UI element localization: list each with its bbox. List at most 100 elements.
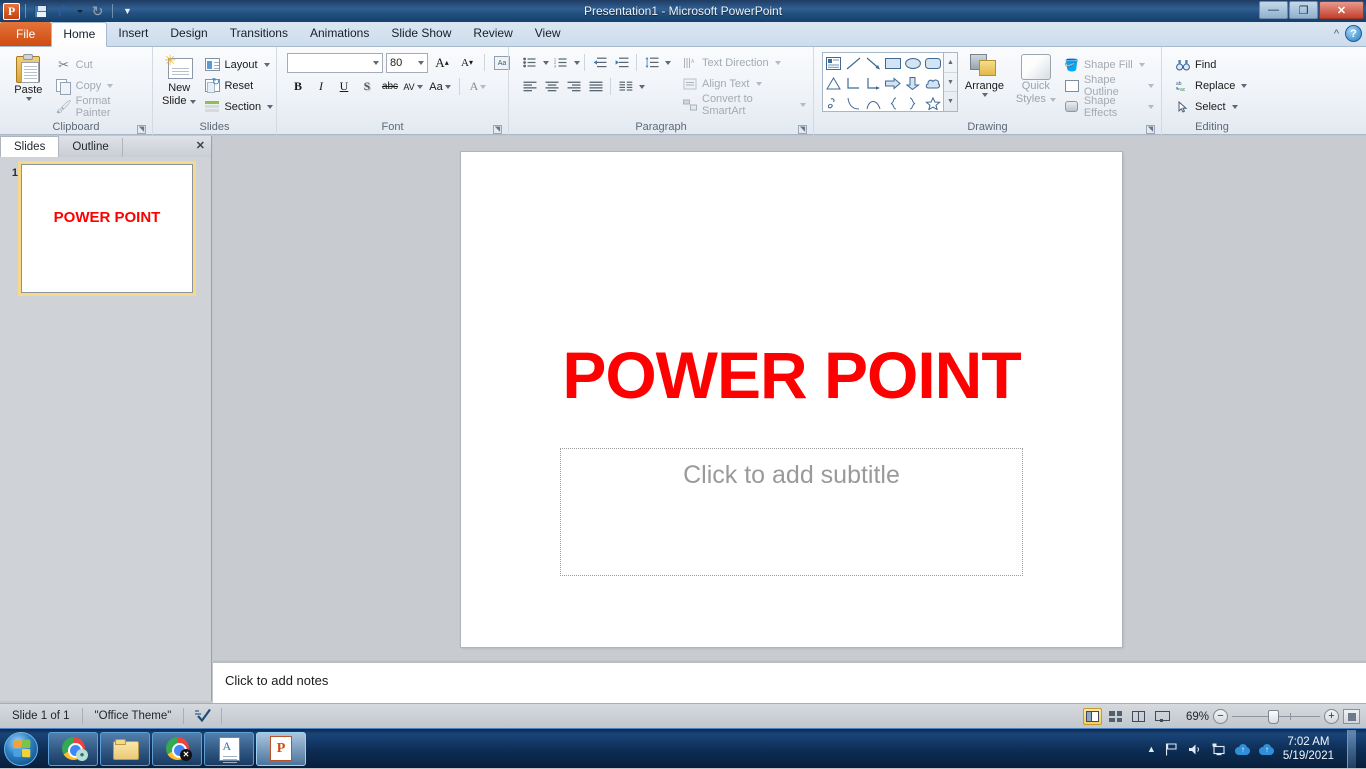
align-left-button[interactable] <box>519 76 540 97</box>
show-desktop-button[interactable] <box>1347 730 1356 768</box>
align-text-button[interactable]: Align Text <box>679 73 809 94</box>
change-case-button[interactable]: Aa <box>425 76 455 97</box>
tab-slides[interactable]: Slides <box>0 136 60 157</box>
font-color-button[interactable]: A <box>464 76 492 97</box>
subtitle-placeholder[interactable]: Click to add subtitle <box>560 448 1023 576</box>
paragraph-dialog-launcher[interactable]: ◥ <box>798 125 807 134</box>
shape-outline-button[interactable]: Shape Outline <box>1061 74 1157 98</box>
restore-button[interactable]: ❐ <box>1289 1 1318 19</box>
network-icon[interactable] <box>1212 743 1226 756</box>
tab-review[interactable]: Review <box>462 21 523 46</box>
shape-gallery-scrollbar[interactable]: ▲ ▼ ▼ <box>944 52 958 112</box>
scroll-up-icon[interactable]: ▲ <box>944 53 957 73</box>
tab-file[interactable]: File <box>0 22 52 46</box>
cloud-upload-icon[interactable]: ↑ <box>1234 743 1250 755</box>
cloud-upload-icon-2[interactable]: ↑ <box>1258 743 1274 755</box>
tab-animations[interactable]: Animations <box>299 21 380 46</box>
taskbar-item-chrome-blocked[interactable]: ✕ <box>152 731 202 766</box>
taskbar-item-chrome-profile[interactable]: ● <box>48 731 98 766</box>
cut-button[interactable]: ✂ Cut <box>53 54 148 75</box>
section-button[interactable]: Section <box>201 96 276 117</box>
collapse-ribbon-icon[interactable]: ^ <box>1334 28 1339 40</box>
arrange-button[interactable]: Arrange <box>958 52 1011 99</box>
layout-button[interactable]: Layout <box>201 54 276 75</box>
help-button[interactable]: ? <box>1345 25 1362 42</box>
reading-view-button[interactable] <box>1129 708 1148 725</box>
tab-transitions[interactable]: Transitions <box>219 21 299 46</box>
fit-to-window-button[interactable] <box>1343 709 1360 724</box>
shape-fill-button[interactable]: 🪣 Shape Fill <box>1061 54 1157 75</box>
taskbar-item-powerpoint[interactable]: P <box>256 731 306 766</box>
slide-show-button[interactable] <box>1152 708 1171 725</box>
drawing-dialog-launcher[interactable]: ◥ <box>1146 125 1155 134</box>
normal-view-button[interactable] <box>1083 708 1102 725</box>
font-size-input[interactable]: 80 <box>386 52 428 73</box>
slide-sorter-button[interactable] <box>1106 708 1125 725</box>
columns-button[interactable] <box>615 76 636 97</box>
increase-indent-button[interactable] <box>611 52 632 73</box>
close-pane-icon[interactable]: ✕ <box>196 139 205 152</box>
align-right-button[interactable] <box>563 76 584 97</box>
grow-font-button[interactable]: A ▴ <box>431 52 453 73</box>
spellcheck-icon[interactable] <box>184 708 221 725</box>
start-button[interactable] <box>4 731 38 766</box>
shape-gallery[interactable] <box>822 52 944 112</box>
align-center-button[interactable] <box>541 76 562 97</box>
character-spacing-button[interactable]: AV <box>402 76 424 97</box>
numbering-button[interactable]: 123 <box>550 52 571 73</box>
undo-dropdown[interactable] <box>75 2 85 20</box>
tab-view[interactable]: View <box>524 21 572 46</box>
font-name-input[interactable] <box>287 52 383 73</box>
italic-button[interactable]: I <box>310 76 332 97</box>
action-center-icon[interactable] <box>1165 742 1179 756</box>
reset-button[interactable]: Reset <box>201 75 276 96</box>
tab-design[interactable]: Design <box>159 21 218 46</box>
format-painter-button[interactable]: 🖌 Format Painter <box>53 95 148 119</box>
bullets-button[interactable] <box>519 52 540 73</box>
decrease-indent-button[interactable] <box>589 52 610 73</box>
text-shadow-button[interactable]: S <box>356 76 378 97</box>
line-spacing-button[interactable] <box>641 52 662 73</box>
minimize-button[interactable]: — <box>1259 1 1288 19</box>
taskbar-item-document-app[interactable] <box>204 731 254 766</box>
paste-button[interactable]: Paste <box>4 52 53 103</box>
font-dialog-launcher[interactable]: ◥ <box>493 125 502 134</box>
bold-button[interactable]: B <box>287 76 309 97</box>
find-button[interactable]: Find <box>1172 54 1250 75</box>
justify-button[interactable] <box>585 76 606 97</box>
customize-qat-button[interactable]: ▼ <box>118 2 137 20</box>
new-slide-button[interactable]: ✳ New Slide <box>157 52 201 110</box>
chevron-down-icon[interactable] <box>574 60 580 65</box>
tab-slide-show[interactable]: Slide Show <box>380 21 462 46</box>
slide-thumbnail-1[interactable]: POWER POINT <box>21 164 193 293</box>
notes-pane[interactable]: Click to add notes <box>213 661 1366 703</box>
more-shapes-icon[interactable]: ▼ <box>944 92 957 111</box>
tab-insert[interactable]: Insert <box>107 21 159 46</box>
strikethrough-button[interactable]: abc <box>379 76 401 97</box>
tab-home[interactable]: Home <box>51 22 108 47</box>
save-button[interactable] <box>31 2 50 20</box>
shrink-font-button[interactable]: A ▾ <box>456 52 478 73</box>
powerpoint-logo-icon[interactable]: P <box>3 2 20 20</box>
quick-styles-button[interactable]: Quick Styles <box>1011 52 1061 108</box>
show-hidden-icons-button[interactable]: ▲ <box>1147 744 1156 754</box>
text-direction-button[interactable]: A Text Direction <box>679 52 809 73</box>
copy-button[interactable]: Copy <box>53 75 148 96</box>
replace-button[interactable]: ab ac Replace <box>1172 75 1250 96</box>
shape-effects-button[interactable]: Shape Effects <box>1061 95 1157 119</box>
close-button[interactable]: ✕ <box>1319 1 1364 19</box>
zoom-slider[interactable] <box>1232 709 1320 724</box>
clipboard-dialog-launcher[interactable]: ◥ <box>137 125 146 134</box>
select-button[interactable]: Select <box>1172 96 1250 117</box>
zoom-slider-handle[interactable] <box>1268 710 1279 724</box>
chevron-down-icon[interactable] <box>639 84 645 89</box>
slide-title-text[interactable]: POWER POINT <box>517 342 1066 408</box>
zoom-in-button[interactable]: + <box>1324 709 1339 724</box>
convert-to-smartart-button[interactable]: Convert to SmartArt <box>679 93 809 117</box>
zoom-out-button[interactable]: − <box>1213 709 1228 724</box>
tab-outline[interactable]: Outline <box>59 138 123 157</box>
volume-icon[interactable] <box>1188 743 1203 756</box>
underline-button[interactable]: U <box>333 76 355 97</box>
slide-canvas[interactable]: POWER POINT Click to add subtitle <box>461 152 1122 647</box>
scroll-down-icon[interactable]: ▼ <box>944 73 957 93</box>
